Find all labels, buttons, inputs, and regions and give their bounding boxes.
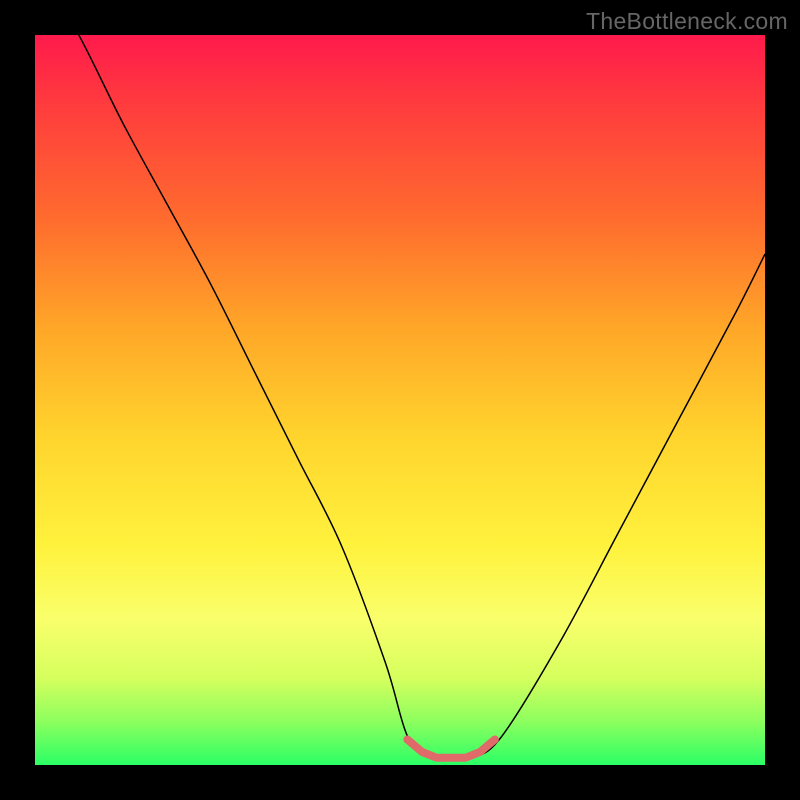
chart-svg bbox=[35, 35, 765, 765]
plot-area bbox=[35, 35, 765, 765]
chart-frame: TheBottleneck.com bbox=[0, 0, 800, 800]
watermark-text: TheBottleneck.com bbox=[586, 8, 788, 35]
optimal-band-path bbox=[407, 739, 495, 757]
bottleneck-curve-path bbox=[35, 0, 765, 759]
